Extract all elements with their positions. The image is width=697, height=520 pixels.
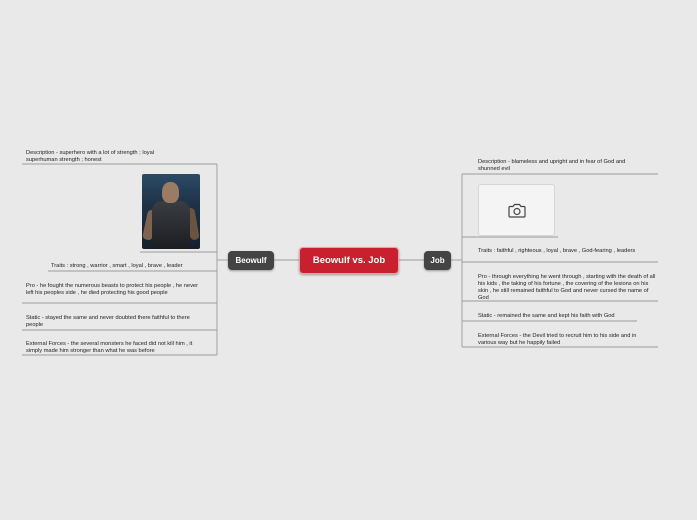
beowulf-static[interactable]: Static - stayed the same and never doubt… xyxy=(26,315,198,329)
job-pro[interactable]: Pro - through everything he went through… xyxy=(478,274,656,302)
beowulf-pro[interactable]: Pro - he fought the numerous beasts to p… xyxy=(26,283,198,297)
branch-job[interactable]: Job xyxy=(424,251,451,270)
image-placeholder[interactable] xyxy=(478,184,555,236)
job-description[interactable]: Description - blameless and upright and … xyxy=(478,159,648,173)
branch-beowulf[interactable]: Beowulf xyxy=(228,251,274,270)
branch-job-label: Job xyxy=(430,256,445,265)
job-static[interactable]: Static - remained the same and kept his … xyxy=(478,313,638,320)
camera-icon xyxy=(507,203,526,218)
branch-beowulf-label: Beowulf xyxy=(235,256,267,265)
job-external-forces[interactable]: External Forces - the Devil tried to rec… xyxy=(478,333,654,347)
central-topic-label: Beowulf vs. Job xyxy=(312,255,386,266)
beowulf-traits[interactable]: Traits : strong , warrior , smart , loya… xyxy=(51,263,217,270)
beowulf-external-forces[interactable]: External Forces - the several monsters h… xyxy=(26,341,198,355)
warrior-photo[interactable] xyxy=(142,174,200,249)
beowulf-description[interactable]: Description - superhero with a lot of st… xyxy=(26,150,186,164)
central-topic[interactable]: Beowulf vs. Job xyxy=(299,247,399,274)
job-traits[interactable]: Traits : faithful , righteous , loyal , … xyxy=(478,248,648,255)
